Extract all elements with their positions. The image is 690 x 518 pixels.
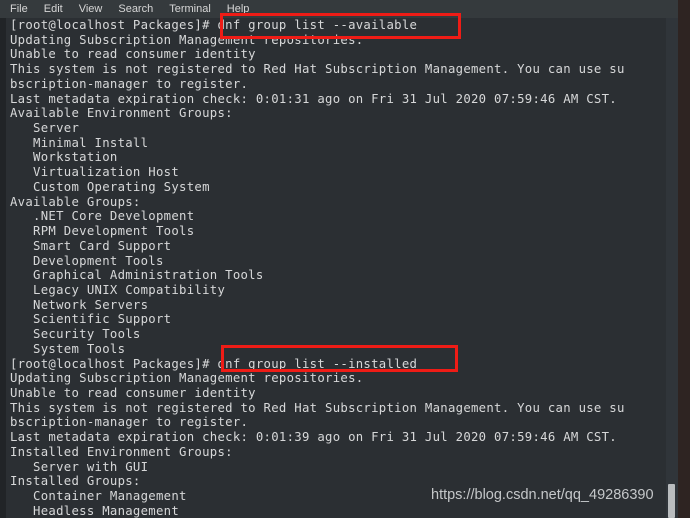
terminal-line: Minimal Install <box>10 135 149 150</box>
terminal-output-area[interactable]: [root@localhost Packages]# dnf group lis… <box>6 18 672 518</box>
terminal-line: This system is not registered to Red Hat… <box>10 62 625 77</box>
terminal-line: Graphical Administration Tools <box>10 268 264 283</box>
terminal-line: Workstation <box>10 150 118 165</box>
terminal-line: Unable to read consumer identity <box>10 47 256 62</box>
terminal-line-list: [root@localhost Packages]# dnf group lis… <box>10 18 672 518</box>
menu-item-file[interactable]: File <box>10 0 28 18</box>
terminal-line: Legacy UNIX Compatibility <box>10 282 226 297</box>
watermark-text: https://blog.csdn.net/qq_49286390 <box>431 487 654 503</box>
terminal-line: RPM Development Tools <box>10 224 195 239</box>
terminal-line: Custom Operating System <box>10 179 210 194</box>
terminal-line: Network Servers <box>10 297 149 312</box>
terminal-line: Server with GUI <box>10 459 149 474</box>
terminal-line: Last metadata expiration check: 0:01:31 … <box>10 91 617 106</box>
terminal-line: .NET Core Development <box>10 209 195 224</box>
menu-bar: File Edit View Search Terminal Help <box>0 0 678 18</box>
menu-item-view[interactable]: View <box>79 0 103 18</box>
terminal-line: Last metadata expiration check: 0:01:39 … <box>10 430 617 445</box>
terminal-line: Security Tools <box>10 327 141 342</box>
terminal-line: Development Tools <box>10 253 164 268</box>
terminal-line: Updating Subscription Management reposit… <box>10 32 364 47</box>
terminal-line: Installed Environment Groups: <box>10 444 233 459</box>
terminal-line: Unable to read consumer identity <box>10 385 256 400</box>
terminal-line: bscription-manager to register. <box>10 415 249 430</box>
terminal-line: Available Groups: <box>10 194 141 209</box>
terminal-line: bscription-manager to register. <box>10 76 249 91</box>
menu-item-help[interactable]: Help <box>227 0 250 18</box>
menu-item-search[interactable]: Search <box>118 0 153 18</box>
menu-item-edit[interactable]: Edit <box>44 0 63 18</box>
terminal-line: [root@localhost Packages]# dnf group lis… <box>10 18 418 32</box>
window-right-edge-strip <box>678 0 690 518</box>
terminal-line: This system is not registered to Red Hat… <box>10 400 625 415</box>
terminal-line: System Tools <box>10 341 126 356</box>
scrollbar-thumb[interactable] <box>668 484 675 518</box>
terminal-line: Smart Card Support <box>10 238 172 253</box>
terminal-line: Available Environment Groups: <box>10 106 233 121</box>
vertical-scrollbar[interactable] <box>666 18 678 518</box>
terminal-line: Updating Subscription Management reposit… <box>10 371 364 386</box>
terminal-window: File Edit View Search Terminal Help [roo… <box>0 0 690 518</box>
terminal-line: [root@localhost Packages]# dnf group lis… <box>10 356 418 371</box>
terminal-line: Server <box>10 121 80 136</box>
terminal-line: Scientific Support <box>10 312 172 327</box>
terminal-line: Headless Management <box>10 503 180 518</box>
menu-item-terminal[interactable]: Terminal <box>169 0 211 18</box>
terminal-line: Virtualization Host <box>10 165 180 180</box>
